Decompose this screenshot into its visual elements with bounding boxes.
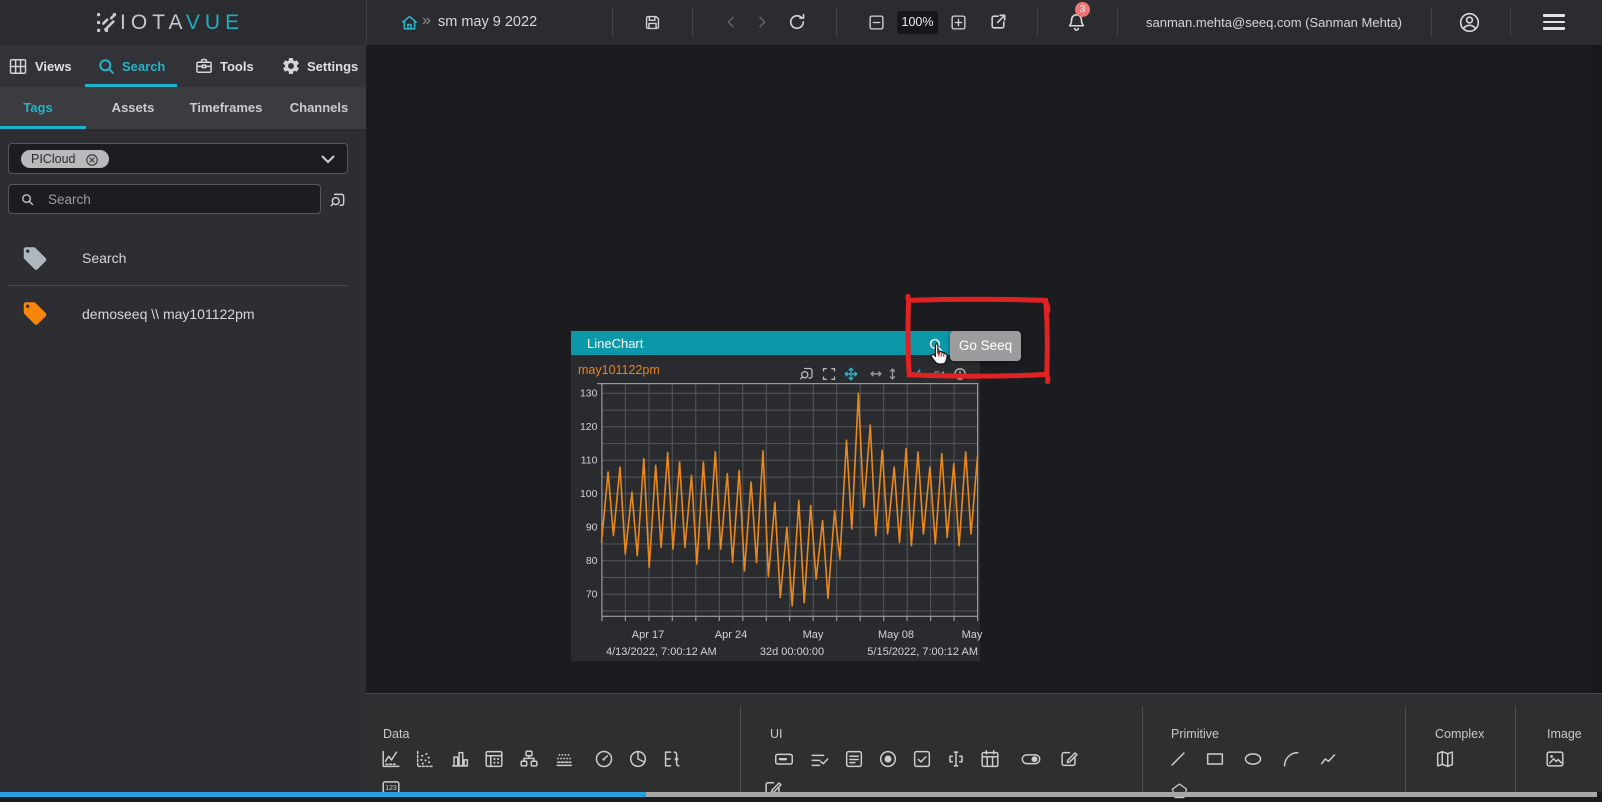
svg-text:May 08: May 08: [878, 629, 914, 641]
svg-text:May: May: [803, 629, 824, 641]
svg-text:May: May: [962, 629, 983, 641]
svg-text:90: 90: [586, 521, 598, 533]
svg-text:32d 00:00:00: 32d 00:00:00: [760, 646, 824, 658]
svg-text:Apr 24: Apr 24: [715, 629, 747, 641]
svg-text:110: 110: [581, 454, 598, 466]
svg-text:80: 80: [586, 555, 598, 567]
svg-text:130: 130: [580, 387, 598, 399]
svg-text:Apr 17: Apr 17: [632, 629, 664, 641]
svg-text:120: 120: [580, 421, 598, 433]
svg-text:4/13/2022, 7:00:12 AM: 4/13/2022, 7:00:12 AM: [606, 646, 717, 658]
svg-text:5/15/2022, 7:00:12 AM: 5/15/2022, 7:00:12 AM: [867, 646, 978, 658]
svg-text:70: 70: [586, 588, 598, 600]
svg-text:100: 100: [580, 488, 598, 500]
